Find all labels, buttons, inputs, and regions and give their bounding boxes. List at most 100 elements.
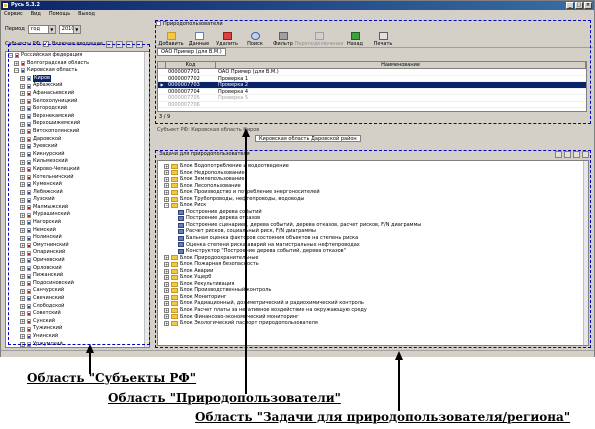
menu-service[interactable]: Сервис <box>4 10 23 19</box>
expand-icon[interactable]: + <box>164 196 169 202</box>
tree-item[interactable]: + Волгоградская область <box>6 60 149 68</box>
back-button[interactable]: Назад <box>343 32 367 47</box>
tree-item[interactable]: + Даровской <box>6 136 149 144</box>
tree-item[interactable]: + Лузский <box>6 196 149 204</box>
tree-item[interactable]: + Слободской <box>6 303 149 311</box>
minimize-button[interactable]: _ <box>566 2 574 9</box>
org-field[interactable]: ОАО Пример (для В.М.) <box>157 48 226 56</box>
expand-icon[interactable]: + <box>20 303 25 309</box>
tree-item[interactable]: + Богородский <box>6 105 149 113</box>
tree-item[interactable]: + Санчурский <box>6 287 149 295</box>
expand-icon[interactable]: + <box>164 255 169 261</box>
grid-view-icon[interactable] <box>125 40 133 48</box>
tree-item[interactable]: + Куменский <box>6 181 149 189</box>
tree-item[interactable]: + Киров <box>6 74 149 83</box>
maximize-button[interactable]: □ <box>575 2 583 9</box>
expand-icon[interactable]: + <box>20 334 25 340</box>
expand-icon[interactable]: + <box>20 319 25 325</box>
expand-icon[interactable]: + <box>14 60 19 66</box>
collapse-icon[interactable]: − <box>14 68 19 74</box>
filter-button[interactable]: Фильтр <box>271 32 295 47</box>
expand-icon[interactable]: + <box>20 296 25 302</box>
tree-item[interactable]: + Опаринский <box>6 249 149 257</box>
tree-item[interactable]: + Кикнурский <box>6 151 149 159</box>
expand-icon[interactable]: + <box>20 205 25 211</box>
expand-icon[interactable]: + <box>164 288 169 294</box>
menu-exit[interactable]: Выход <box>78 10 95 19</box>
expand-icon[interactable]: + <box>20 212 25 218</box>
tasks-scrollbar[interactable] <box>583 161 588 345</box>
tree-item[interactable]: + Орловский <box>6 265 149 273</box>
expand-icon[interactable]: + <box>20 91 25 97</box>
expand-icon[interactable]: + <box>20 159 25 165</box>
expand-icon[interactable]: + <box>20 121 25 127</box>
expand-icon[interactable]: + <box>20 136 25 142</box>
expand-icon[interactable]: + <box>164 294 169 300</box>
expand-icon[interactable]: + <box>20 76 25 82</box>
run-icon[interactable] <box>555 151 562 158</box>
collapse-all-icon[interactable] <box>115 40 123 48</box>
tree-item[interactable]: + Омутнинский <box>6 242 149 250</box>
delete-button[interactable]: Удалить <box>215 32 239 47</box>
expand-icon[interactable]: + <box>20 243 25 249</box>
tree-item[interactable]: + Малмыжский <box>6 204 149 212</box>
expand-icon[interactable]: + <box>20 326 25 332</box>
reconnect-button[interactable]: Переподключение <box>295 32 343 47</box>
expand-icon[interactable]: + <box>20 152 25 158</box>
tree-item[interactable]: − Российская федерация <box>6 52 149 60</box>
tree-item[interactable]: + Свечинский <box>6 295 149 303</box>
tree-view-icon[interactable] <box>135 40 143 48</box>
expand-icon[interactable]: + <box>164 170 169 176</box>
users-grid[interactable]: Код Наименование 0000007701 ОАО Пример (д… <box>157 61 587 112</box>
collapse-icon[interactable]: − <box>164 203 169 209</box>
expand-icon[interactable]: + <box>20 189 25 195</box>
tree-item[interactable]: + Кильмезский <box>6 158 149 166</box>
tree-item[interactable]: + Советский <box>6 310 149 318</box>
expand-icon[interactable]: + <box>164 183 169 189</box>
tasks-tree[interactable]: + Блок Водопотребление и водоотведение + Бл… <box>157 160 589 346</box>
tree-item[interactable]: + Подосиновский <box>6 280 149 288</box>
expand-icon[interactable]: + <box>164 275 169 281</box>
expand-icon[interactable]: + <box>20 227 25 233</box>
expand-icon[interactable]: + <box>164 301 169 307</box>
location-line-2[interactable]: Кировская область Даровской район <box>255 135 361 142</box>
tree-item[interactable]: + Нолинский <box>6 234 149 242</box>
expand-icon[interactable]: + <box>164 176 169 182</box>
expand-icon[interactable]: + <box>20 167 25 173</box>
expand-icon[interactable]: + <box>20 341 25 347</box>
tree-item[interactable]: + Унинский <box>6 333 149 341</box>
expand-icon[interactable]: + <box>164 314 169 320</box>
expand-icon[interactable]: + <box>164 189 169 195</box>
expand-icon[interactable]: + <box>20 250 25 256</box>
expand-icon[interactable]: + <box>20 83 25 89</box>
name-column-header[interactable]: Наименование <box>216 62 586 68</box>
collapse-icon[interactable]: − <box>8 53 13 59</box>
tree-scrollbar[interactable] <box>144 52 149 347</box>
tree-item[interactable]: + Котельничский <box>6 174 149 182</box>
tree-item[interactable]: + Афанасьевский <box>6 90 149 98</box>
tree-item[interactable]: + Нагорский <box>6 219 149 227</box>
expand-all-icon[interactable] <box>564 151 571 158</box>
close-button[interactable]: × <box>584 2 592 9</box>
menu-help[interactable]: Помощь <box>49 10 70 19</box>
expand-icon[interactable]: + <box>20 106 25 112</box>
tree-item[interactable]: + Пижанский <box>6 272 149 280</box>
tree-item[interactable]: + Тужинский <box>6 325 149 333</box>
tree-item[interactable]: + Уржумский <box>6 341 149 347</box>
tree-item[interactable]: − Кировская область <box>6 67 149 75</box>
tree-item[interactable]: + Лебяжский <box>6 189 149 197</box>
tree-item[interactable]: + Немский <box>6 227 149 235</box>
expand-icon[interactable]: + <box>20 98 25 104</box>
code-column-header[interactable]: Код <box>166 62 216 68</box>
expand-icon[interactable]: + <box>164 307 169 313</box>
add-button[interactable]: Добавить <box>158 32 184 47</box>
expand-icon[interactable]: + <box>164 261 169 267</box>
expand-icon[interactable]: + <box>20 144 25 150</box>
subjects-tree[interactable]: − Российская федерация + Волгоградская обла… <box>5 51 150 348</box>
table-row[interactable]: 0000007706 <box>158 102 586 108</box>
expand-icon[interactable]: + <box>20 265 25 271</box>
tree-item[interactable]: + Зуевский <box>6 143 149 151</box>
menu-view[interactable]: Вид <box>31 10 41 19</box>
expand-icon[interactable]: + <box>20 281 25 287</box>
tree-item[interactable]: + Верхошижемский <box>6 120 149 128</box>
